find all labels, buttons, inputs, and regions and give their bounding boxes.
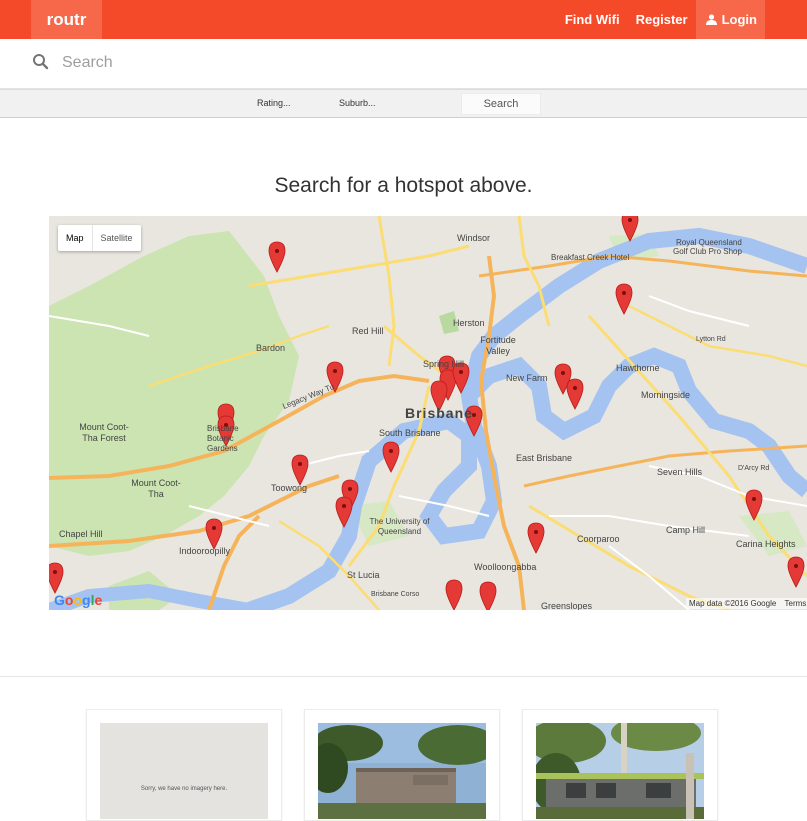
map-label-east-brisbane: East Brisbane [516,453,573,463]
google-logo: Google [54,592,103,608]
map-label-coorparoo: Coorparoo [577,534,620,544]
top-navbar: routr Find Wifi Register Login [0,0,807,39]
map-label-golf-club: Golf Club Pro Shop [673,247,742,256]
map-label-brisbane-corso: Brisbane Corso [371,591,420,598]
search-bar [0,39,807,89]
map-label-camp-hill: Camp Hill [666,525,706,535]
map-label-new-farm: New Farm [506,373,548,383]
map-label-seven-hills: Seven Hills [657,467,703,477]
map-label-greenslopes: Greenslopes [541,601,593,610]
map-terms-link[interactable]: Terms [785,599,807,608]
map-label-herston: Herston [453,318,485,328]
map-data-credit: Map data ©2016 Google [689,599,777,608]
brand-logo[interactable]: routr [31,0,102,39]
map-label-mount-coot-tha-forest: Mount Coot-Tha Forest [79,422,129,443]
search-icon [32,53,50,76]
hotspot-card[interactable]: Sorry, we have no imagery here. [86,709,282,821]
page-heading: Search for a hotspot above. [274,174,533,197]
map-label-south-brisbane: South Brisbane [379,428,441,438]
hotspot-card[interactable] [522,709,718,821]
search-input[interactable] [62,51,562,75]
map-label-breakfast-creek: Breakfast Creek Hotel [551,253,630,262]
hotspot-map[interactable]: Windsor Breakfast Creek Hotel Royal Quee… [49,216,807,610]
map-attribution: Map data ©2016 Google Terms [686,598,807,609]
map-type-control: Map Satellite [58,225,141,251]
map-label-woolloongabba: Woolloongabba [474,562,537,572]
no-imagery-text: Sorry, we have no imagery here. [140,786,228,792]
map-label-spring-hill: Spring Hill [423,359,465,369]
map-label-fortitude-valley: Fortitude Valley [480,335,516,356]
map-label-carina-heights: Carina Heights [736,539,796,549]
hotspot-card[interactable] [304,709,500,821]
map-type-satellite-button[interactable]: Satellite [91,225,141,251]
rating-filter[interactable]: Rating... [257,98,291,108]
map-label-st-lucia: St Lucia [347,570,380,580]
nav-links: Find Wifi Register Login [557,0,765,39]
map-label-royal-queensland: Royal Queensland [676,238,742,247]
map-label-red-hill: Red Hill [352,326,384,336]
section-divider [0,676,807,677]
map-label-toowong: Toowong [271,483,308,493]
suburb-filter[interactable]: Suburb... [339,98,376,108]
map-type-map-button[interactable]: Map [58,225,92,251]
map-label-darcy-rd: D'Arcy Rd [738,465,770,472]
map-label-mount-coot-tha: Mount Coot-Tha [131,478,181,499]
map-label-botanic-gardens: Brisbane Botanic Gardens [207,424,239,453]
map-label-morningside: Morningside [641,390,691,400]
map-label-uq: The University of Queensland [369,517,430,536]
search-button[interactable]: Search [461,93,541,115]
map-label-hawthorne: Hawthorne [616,363,660,373]
map-label-chapel-hill: Chapel Hill [59,529,103,539]
login-label: Login [721,12,757,27]
register-link[interactable]: Register [628,0,696,39]
find-wifi-link[interactable]: Find Wifi [557,0,628,39]
map-label-indooroopilly: Indooroopilly [179,546,231,556]
map-label-lytton-rd: Lytton Rd [696,336,726,343]
map-label-windsor: Windsor [457,233,491,243]
map-label-bardon: Bardon [256,343,286,353]
user-icon [705,14,717,25]
filter-bar: Rating... Suburb... Search [0,89,807,118]
login-link[interactable]: Login [695,0,765,39]
map-label-brisbane: Brisbane [405,405,473,421]
